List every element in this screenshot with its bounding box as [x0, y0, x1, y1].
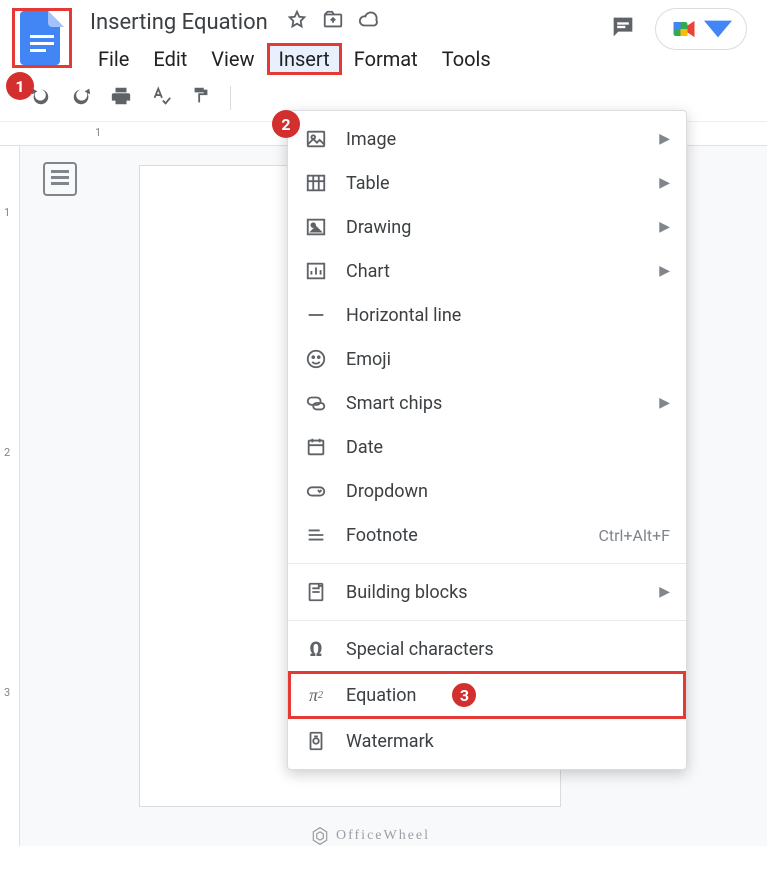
- print-icon[interactable]: [110, 85, 132, 111]
- menu-item-date[interactable]: Date: [288, 425, 686, 469]
- menu-item-dropdown[interactable]: Dropdown: [288, 469, 686, 513]
- menu-item-emoji[interactable]: Emoji: [288, 337, 686, 381]
- menu-item-label: Table: [346, 173, 390, 194]
- smartchips-icon: [304, 391, 328, 415]
- submenu-arrow-icon: ▶: [659, 131, 670, 147]
- menu-item-footnote[interactable]: Footnote Ctrl+Alt+F: [288, 513, 686, 557]
- menubar: File Edit View Insert Format Tools: [86, 43, 609, 75]
- docs-icon[interactable]: [20, 11, 64, 65]
- menu-item-label: Special characters: [346, 639, 494, 660]
- vruler-tick: 3: [4, 686, 10, 699]
- table-icon: [304, 171, 328, 195]
- hex-logo-icon: [310, 826, 330, 846]
- building-blocks-icon: [304, 580, 328, 604]
- menu-item-building-blocks[interactable]: Building blocks ▶: [288, 570, 686, 614]
- menu-item-hline[interactable]: Horizontal line: [288, 293, 686, 337]
- menu-insert[interactable]: Insert: [267, 43, 342, 75]
- paint-format-icon[interactable]: [190, 85, 212, 111]
- annotation-step-2: 2: [272, 110, 300, 138]
- menu-item-label: Equation: [346, 685, 416, 706]
- meet-button[interactable]: [655, 8, 747, 50]
- chart-icon: [304, 259, 328, 283]
- vruler-tick: 2: [4, 446, 10, 459]
- menu-edit[interactable]: Edit: [141, 43, 199, 75]
- menu-shortcut: Ctrl+Alt+F: [598, 526, 670, 545]
- move-icon[interactable]: [322, 9, 344, 37]
- menu-item-label: Drawing: [346, 217, 411, 238]
- spellcheck-icon[interactable]: [150, 85, 172, 111]
- toolbar-separator: [230, 86, 231, 110]
- drawing-icon: [304, 215, 328, 239]
- emoji-icon: [304, 347, 328, 371]
- dropdown-caret-icon: [704, 15, 732, 43]
- ruler-tick-1: 1: [95, 126, 101, 139]
- menu-item-label: Image: [346, 129, 396, 150]
- horizontal-line-icon: [304, 303, 328, 327]
- menu-item-label: Footnote: [346, 525, 418, 546]
- app-header: Inserting Equation File Edit View Insert…: [0, 0, 767, 75]
- watermark-icon: [304, 729, 328, 753]
- menu-item-label: Watermark: [346, 731, 434, 752]
- annotation-step-1: 1: [6, 72, 34, 100]
- cloud-status-icon[interactable]: [358, 9, 380, 37]
- submenu-arrow-icon: ▶: [659, 263, 670, 279]
- menu-item-table[interactable]: Table ▶: [288, 161, 686, 205]
- menu-item-label: Dropdown: [346, 481, 428, 502]
- image-icon: [304, 127, 328, 151]
- menu-item-label: Date: [346, 437, 383, 458]
- docs-logo-highlight: [12, 8, 72, 68]
- menu-format[interactable]: Format: [342, 43, 430, 75]
- outline-panel: [20, 146, 100, 846]
- star-icon[interactable]: [286, 9, 308, 37]
- menu-item-label: Chart: [346, 261, 390, 282]
- vruler-tick: 1: [4, 206, 10, 219]
- menu-item-smartchips[interactable]: Smart chips ▶: [288, 381, 686, 425]
- menu-item-label: Horizontal line: [346, 305, 461, 326]
- menu-file[interactable]: File: [86, 43, 141, 75]
- submenu-arrow-icon: ▶: [659, 219, 670, 235]
- menu-item-image[interactable]: Image ▶: [288, 117, 686, 161]
- menu-item-chart[interactable]: Chart ▶: [288, 249, 686, 293]
- submenu-arrow-icon: ▶: [659, 395, 670, 411]
- footnote-icon: [304, 523, 328, 547]
- dropdown-icon: [304, 479, 328, 503]
- outline-toggle-icon[interactable]: [43, 162, 77, 196]
- menu-view[interactable]: View: [199, 43, 266, 75]
- menu-item-label: Building blocks: [346, 582, 468, 603]
- date-icon: [304, 435, 328, 459]
- menu-separator: [288, 563, 686, 564]
- comment-history-icon[interactable]: [609, 13, 637, 45]
- meet-icon: [670, 15, 698, 43]
- submenu-arrow-icon: ▶: [659, 584, 670, 600]
- menu-separator: [288, 620, 686, 621]
- menu-item-drawing[interactable]: Drawing ▶: [288, 205, 686, 249]
- submenu-arrow-icon: ▶: [659, 175, 670, 191]
- insert-menu-dropdown: Image ▶ Table ▶ Drawing ▶ Chart ▶ Horizo…: [287, 110, 687, 770]
- redo-icon[interactable]: [70, 85, 92, 111]
- menu-item-label: Emoji: [346, 349, 391, 370]
- menu-item-special-characters[interactable]: Ω Special characters: [288, 627, 686, 671]
- brand-watermark: OfficeWheel: [310, 826, 430, 846]
- menu-item-label: Smart chips: [346, 393, 442, 414]
- menu-item-equation[interactable]: π2 Equation 3: [288, 671, 686, 719]
- equation-icon: π2: [304, 683, 328, 707]
- document-title[interactable]: Inserting Equation: [86, 8, 272, 37]
- menu-tools[interactable]: Tools: [430, 43, 503, 75]
- annotation-step-3: 3: [450, 681, 478, 709]
- omega-icon: Ω: [304, 637, 328, 661]
- menu-item-watermark[interactable]: Watermark: [288, 719, 686, 763]
- vertical-ruler[interactable]: 1 2 3: [0, 146, 20, 846]
